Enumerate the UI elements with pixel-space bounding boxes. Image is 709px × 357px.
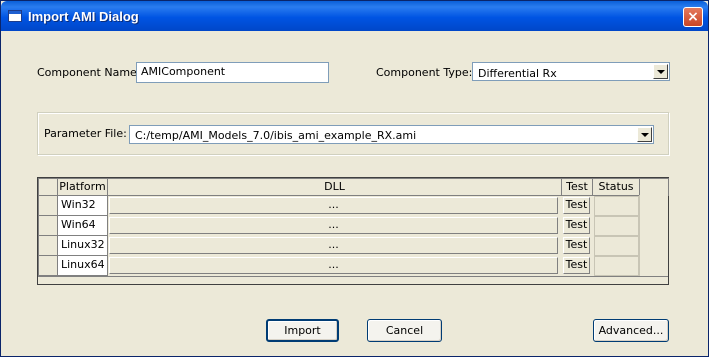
parameter-file-value: C:/temp/AMI_Models_7.0/ibis_ami_example_… xyxy=(135,129,417,142)
platform-cell: Linux32 xyxy=(57,235,108,256)
dll-table: Platform DLL Test Status Win32 ... Test … xyxy=(37,177,669,285)
test-button[interactable]: Test xyxy=(563,237,590,254)
component-name-field[interactable]: AMIComponent xyxy=(136,62,329,83)
column-header-test[interactable]: Test xyxy=(561,178,593,196)
advanced-button[interactable]: Advanced... xyxy=(593,319,669,342)
dll-browse-button[interactable]: ... xyxy=(109,217,558,234)
row-header[interactable] xyxy=(38,255,58,276)
import-ami-dialog: Import AMI Dialog × Component Name: AMIC… xyxy=(0,0,709,357)
test-button[interactable]: Test xyxy=(563,217,590,234)
test-button[interactable]: Test xyxy=(563,257,590,274)
table-filler xyxy=(639,195,668,276)
chevron-down-icon[interactable] xyxy=(653,64,668,79)
column-header-status[interactable]: Status xyxy=(592,178,640,196)
component-type-value: Differential Rx xyxy=(478,67,557,80)
parameter-file-select[interactable]: C:/temp/AMI_Models_7.0/ibis_ami_example_… xyxy=(129,125,654,144)
status-cell xyxy=(594,256,639,276)
dll-browse-button[interactable]: ... xyxy=(109,197,558,214)
platform-cell: Linux64 xyxy=(57,255,108,276)
platform-cell: Win32 xyxy=(57,195,108,216)
status-cell xyxy=(594,196,639,216)
chevron-down-icon[interactable] xyxy=(637,127,652,142)
dll-browse-button[interactable]: ... xyxy=(109,257,558,274)
title-bar[interactable]: Import AMI Dialog × xyxy=(1,1,708,31)
window-title: Import AMI Dialog xyxy=(28,9,139,24)
test-button[interactable]: Test xyxy=(563,197,590,214)
corner-header xyxy=(38,178,58,196)
platform-cell: Win64 xyxy=(57,215,108,236)
column-header-platform[interactable]: Platform xyxy=(57,178,108,196)
table-empty-area xyxy=(38,276,668,284)
component-type-select[interactable]: Differential Rx xyxy=(472,62,670,81)
window-icon xyxy=(8,10,22,22)
row-header[interactable] xyxy=(38,195,58,216)
cancel-button[interactable]: Cancel xyxy=(367,319,442,342)
component-name-label: Component Name: xyxy=(37,66,141,79)
row-header[interactable] xyxy=(38,215,58,236)
column-header-dll[interactable]: DLL xyxy=(107,178,562,196)
status-cell xyxy=(594,236,639,256)
column-header-extra xyxy=(639,178,669,196)
status-cell xyxy=(594,216,639,236)
import-button[interactable]: Import xyxy=(266,319,339,342)
dll-browse-button[interactable]: ... xyxy=(109,237,558,254)
row-header[interactable] xyxy=(38,235,58,256)
component-type-label: Component Type: xyxy=(376,66,473,79)
parameter-file-label: Parameter File: xyxy=(44,127,127,140)
close-icon[interactable]: × xyxy=(683,7,703,27)
